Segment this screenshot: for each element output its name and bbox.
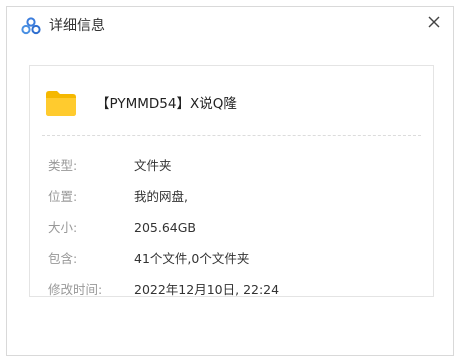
details-panel: 【PYMMD54】X说Q隆 类型: 文件夹 位置: 我的网盘, 大小: 205.… bbox=[29, 65, 434, 297]
detail-label: 修改时间: bbox=[48, 282, 103, 297]
detail-row-size: 大小: 205.64GB bbox=[48, 212, 423, 243]
close-icon[interactable] bbox=[423, 11, 445, 33]
detail-value: 2022年12月10日, 22:24 bbox=[134, 282, 280, 297]
dialog-title: 详细信息 bbox=[49, 18, 105, 34]
details-list: 类型: 文件夹 位置: 我的网盘, 大小: 205.64GB 包含: 41个文件… bbox=[48, 150, 423, 305]
detail-row-modified: 修改时间: 2022年12月10日, 22:24 bbox=[48, 274, 423, 305]
detail-label: 位置: bbox=[48, 189, 78, 204]
detail-row-contains: 包含: 41个文件,0个文件夹 bbox=[48, 243, 423, 274]
detail-label: 大小: bbox=[48, 220, 78, 235]
close-button[interactable] bbox=[423, 11, 445, 33]
detail-label: 包含: bbox=[48, 251, 78, 266]
detail-row-type: 类型: 文件夹 bbox=[48, 150, 423, 181]
detail-row-location: 位置: 我的网盘, bbox=[48, 181, 423, 212]
divider bbox=[42, 135, 421, 136]
detail-value: 我的网盘, bbox=[134, 189, 188, 204]
detail-value: 文件夹 bbox=[134, 158, 172, 173]
cloud-drive-logo-icon bbox=[21, 17, 41, 35]
detail-value: 41个文件,0个文件夹 bbox=[134, 251, 250, 266]
file-name: 【PYMMD54】X说Q隆 bbox=[96, 96, 237, 112]
detail-value: 205.64GB bbox=[134, 220, 196, 235]
dialog-titlebar: 详细信息 bbox=[7, 7, 453, 45]
detail-label: 类型: bbox=[48, 158, 78, 173]
file-details-dialog: 详细信息 【PYMMD54】X说Q隆 类型: 文件夹 位置: 我的网盘, 大小:… bbox=[6, 6, 454, 356]
folder-icon bbox=[44, 88, 78, 118]
